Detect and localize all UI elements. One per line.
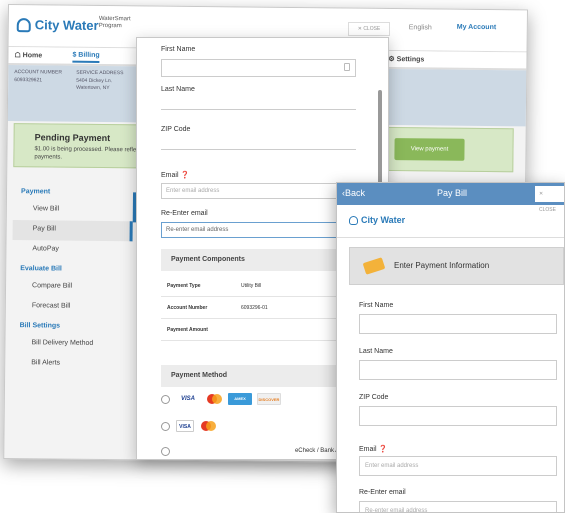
radio-button[interactable] [161, 394, 170, 404]
sidebar-section-head: Bill Settings [19, 322, 61, 330]
mc-card-icon [205, 393, 223, 405]
payment-component-row: Payment Amount [161, 319, 357, 341]
sidebar-item[interactable]: View Bill [13, 200, 133, 221]
sidebar-item[interactable]: Pay Bill [12, 220, 133, 242]
email-label-text: Email [161, 172, 179, 179]
sidebar-item[interactable]: Compare Bill [12, 277, 132, 298]
component-value: Utility Bill [241, 282, 262, 289]
sidebar-item[interactable]: Forecast Bill [12, 297, 132, 318]
mobile-close-label: CLOSE [539, 207, 556, 213]
mobile-zip-input[interactable] [359, 406, 557, 426]
component-key: Account Number [167, 304, 208, 311]
mobile-brand-name: City Water [361, 215, 406, 225]
nav-home-label: Home [22, 52, 43, 60]
sidebar-item[interactable]: AutoPay [12, 240, 132, 261]
payment-components-table: Payment Type Utility Bill Account Number 60… [161, 275, 357, 341]
sidebar-item[interactable]: Bill Delivery Method [11, 334, 131, 355]
mobile-last-name-input[interactable] [359, 360, 557, 380]
last-name-label: Last Name [161, 86, 195, 93]
mobile-email-label: Email ❓ [359, 445, 387, 453]
mobile-zip-label: ZIP Code [359, 394, 389, 401]
account-number-label: ACCOUNT NUMBER [14, 69, 63, 76]
pending-text: $1.00 is being processed. Please reflect… [34, 146, 141, 161]
mc-card-icon [199, 420, 217, 432]
visa-card-icon: VISA [180, 396, 195, 402]
mobile-divider [337, 237, 564, 238]
contact-card-icon [344, 63, 350, 71]
payment-method-option[interactable]: VISADebit [161, 416, 357, 436]
amex-card-icon: AMEX [228, 393, 252, 405]
nav-settings-label: Settings [396, 56, 425, 64]
modal-close-label: CLOSE [363, 26, 381, 32]
mobile-reenter-email-input[interactable]: Re-enter email address [359, 501, 557, 512]
nav-billing-label: Billing [78, 51, 100, 59]
enter-payment-panel: Enter Payment Information [349, 247, 564, 285]
brand-logo[interactable]: City Water [16, 17, 99, 33]
radio-button[interactable] [161, 446, 170, 456]
first-name-input[interactable] [161, 59, 356, 77]
email-input[interactable]: Enter email address [161, 183, 356, 199]
sidebar-nav: Payment View Bill Pay Bill AutoPay Evaluate … [11, 183, 133, 375]
reenter-email-label: Re-Enter email [161, 210, 208, 217]
payment-component-row: Payment Type Utility Bill [161, 275, 357, 297]
mobile-brand-logo: City Water [349, 215, 405, 225]
mobile-header: ‹Back Pay Bill ✕ CLOSE [337, 183, 564, 213]
payment-components-header: Payment Components [161, 249, 357, 271]
nav-billing[interactable]: $ Billing [72, 51, 100, 63]
mobile-close-button[interactable]: ✕ CLOSE [535, 186, 564, 213]
radio-button[interactable] [161, 421, 170, 431]
mobile-email-input[interactable]: Enter email address [359, 456, 557, 476]
first-name-label: First Name [161, 46, 196, 53]
component-key: Payment Amount [167, 326, 208, 333]
payment-method-header: Payment Method [161, 365, 357, 387]
help-icon[interactable]: ❓ [180, 172, 189, 179]
mobile-reenter-email-label: Re-Enter email [359, 489, 406, 496]
language-selector[interactable]: English [409, 24, 432, 31]
back-label: Back [345, 188, 366, 198]
modal-close-button[interactable]: ✕ CLOSE [348, 22, 390, 36]
zip-label: ZIP Code [161, 126, 191, 133]
reenter-email-input[interactable]: Re-enter email address [161, 222, 356, 238]
mobile-first-name-label: First Name [359, 302, 394, 309]
credit-card-icon [362, 257, 386, 275]
water-drop-icon [349, 215, 358, 225]
component-key: Payment Type [167, 282, 201, 289]
last-name-input[interactable] [161, 96, 356, 110]
visa-card-icon: VISA [176, 420, 194, 432]
payment-method-option[interactable]: eCheck / Bank Account [161, 441, 357, 459]
brand-name: City Water [34, 17, 99, 33]
discover-card-icon: DISCOVER [257, 393, 281, 405]
mobile-first-name-input[interactable] [359, 314, 557, 334]
mobile-title: Pay Bill [437, 188, 468, 198]
mobile-email-label-text: Email [359, 446, 377, 453]
mobile-pay-panel: ‹Back Pay Bill ✕ CLOSE City Water Enter … [336, 182, 565, 513]
service-address-value: 5404 Dickey Ln. Watertown, NY [76, 77, 113, 92]
mobile-last-name-label: Last Name [359, 348, 393, 355]
payment-method-option[interactable]: VISAAMEXDISCOVERCredit [161, 389, 357, 409]
payment-component-row: Account Number 6093296-01 [161, 297, 357, 319]
view-payment-button[interactable]: View payment [394, 138, 465, 161]
account-number-value: 6093329621 [14, 77, 43, 84]
zip-input[interactable] [161, 136, 356, 150]
component-value: 6093296-01 [241, 304, 268, 311]
nav-settings[interactable]: ⚙ Settings [388, 55, 424, 63]
my-account-link[interactable]: My Account [457, 24, 496, 31]
help-icon[interactable]: ❓ [378, 446, 387, 453]
nav-home[interactable]: ☖ Home [14, 51, 42, 59]
service-address-label: SERVICE ADDRESS [76, 69, 124, 77]
back-button[interactable]: ‹Back [342, 188, 365, 198]
email-label: Email ❓ [161, 171, 189, 179]
sidebar-item[interactable]: Bill Alerts [11, 354, 131, 375]
water-drop-icon [16, 17, 31, 32]
sidebar-section-head: Payment [20, 188, 51, 196]
enter-payment-heading: Enter Payment Information [394, 261, 490, 270]
sidebar-section-head: Evaluate Bill [20, 265, 62, 273]
program-name: WaterSmart Program [98, 15, 131, 30]
pending-title: Pending Payment [34, 132, 111, 144]
